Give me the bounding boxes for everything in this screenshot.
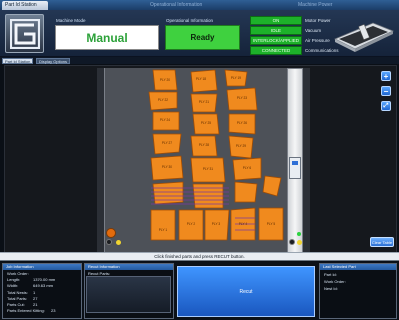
job-info-label: Work Order: — [7, 271, 29, 276]
part-label: PLY 4 — [239, 222, 248, 226]
title-item: Operational Information — [150, 2, 203, 8]
fit-view-button[interactable]: ⤢ — [381, 101, 391, 111]
job-information-panel: Job Information Work Order: Length: 1370.0… — [2, 263, 82, 319]
tab-part-id-station[interactable]: Part Id Station — [2, 58, 34, 64]
job-info-label: Total Parts: — [7, 295, 28, 301]
last-selected-part-panel: Last Selected Part Part Id: Work Order: … — [319, 263, 397, 319]
job-info-label: Length: — [7, 277, 21, 283]
part-label: PLY 1 — [159, 228, 168, 232]
part-piece[interactable] — [152, 181, 184, 205]
part-label: PLY 3 — [212, 222, 221, 226]
left-gantry-shadow — [97, 68, 104, 254]
part-piece[interactable] — [234, 181, 258, 203]
operational-status: Ready — [165, 25, 240, 50]
cutting-machine-icon — [334, 22, 394, 52]
part-label: PLY 27 — [162, 141, 172, 145]
motor-power-status: ON — [250, 16, 302, 25]
job-info-label: Width: — [7, 283, 19, 289]
parts-layer: PLY 18 PLY 19 PLY 20 PLY 21 PLY 22 PLY 23 PLY … — [148, 69, 284, 241]
instruction-message: Click finished parts and press RECUT but… — [0, 252, 399, 261]
part-label: PLY 25 — [201, 121, 211, 125]
part-label: PLY 22 — [158, 98, 168, 102]
machine-mode-value: Manual — [55, 25, 159, 50]
job-info-label: Total Nests: — [7, 289, 28, 295]
job-info-label: Parts Entered Kitting: — [7, 308, 45, 314]
machine-mode-label: Machine Mode — [56, 18, 86, 23]
job-information-title: Job Information — [3, 264, 81, 270]
part-piece[interactable] — [190, 69, 218, 93]
operational-info-label: Operational Information — [166, 18, 214, 23]
part-label: PLY 5 — [267, 222, 276, 226]
zoom-out-button[interactable]: − — [381, 86, 391, 96]
last-work-order-label: Work Order: — [324, 279, 346, 284]
recut-parts-list[interactable] — [86, 276, 171, 313]
part-label: PLY 30 — [162, 165, 172, 169]
vacuum-status: IDLE — [250, 26, 302, 35]
part-label: PLY 20 — [160, 78, 170, 82]
last-nest-id-label: Nest Id: — [324, 286, 338, 291]
right-gantry-shadow — [303, 68, 310, 254]
part-label: PLY 23 — [237, 96, 247, 100]
last-selected-part-title: Last Selected Part — [320, 264, 396, 270]
part-label: PLY 28 — [199, 143, 209, 147]
job-info-label: Parts Cut: — [7, 302, 25, 307]
recut-button[interactable]: Recut — [177, 266, 315, 317]
communications-status: CONNECTED — [250, 46, 302, 55]
last-part-id-label: Part Id: — [324, 272, 337, 277]
title-item: Machine Power — [298, 2, 333, 8]
part-piece[interactable] — [150, 209, 176, 241]
logo-g-icon — [10, 19, 40, 49]
zoom-in-button[interactable]: + — [381, 71, 391, 81]
part-label: PLY 21 — [199, 100, 209, 104]
clear-table-button[interactable]: Clear Table — [370, 237, 394, 247]
part-label: PLY 24 — [160, 118, 170, 122]
part-label: PLY 31 — [203, 167, 213, 171]
job-info-row: Parts Entered Kitting: 23 — [7, 308, 81, 314]
part-label: PLY 19 — [231, 76, 241, 80]
app-logo — [5, 14, 44, 53]
part-piece[interactable] — [262, 175, 282, 197]
part-label: PLY 29 — [236, 144, 246, 148]
job-info-value: 23 — [51, 308, 56, 314]
recut-information-title: Recut Information — [85, 264, 173, 270]
window-tab[interactable]: Part Id Station — [2, 1, 48, 10]
part-label: PLY 26 — [237, 121, 247, 125]
air-pressure-status: INTERLOCK/APPLIED — [250, 36, 302, 45]
part-label: PLY 18 — [196, 77, 206, 81]
tab-display-options[interactable]: Display Options — [36, 58, 71, 64]
part-label: PLY 2 — [187, 222, 196, 226]
part-label: PLY 6 — [243, 166, 252, 170]
